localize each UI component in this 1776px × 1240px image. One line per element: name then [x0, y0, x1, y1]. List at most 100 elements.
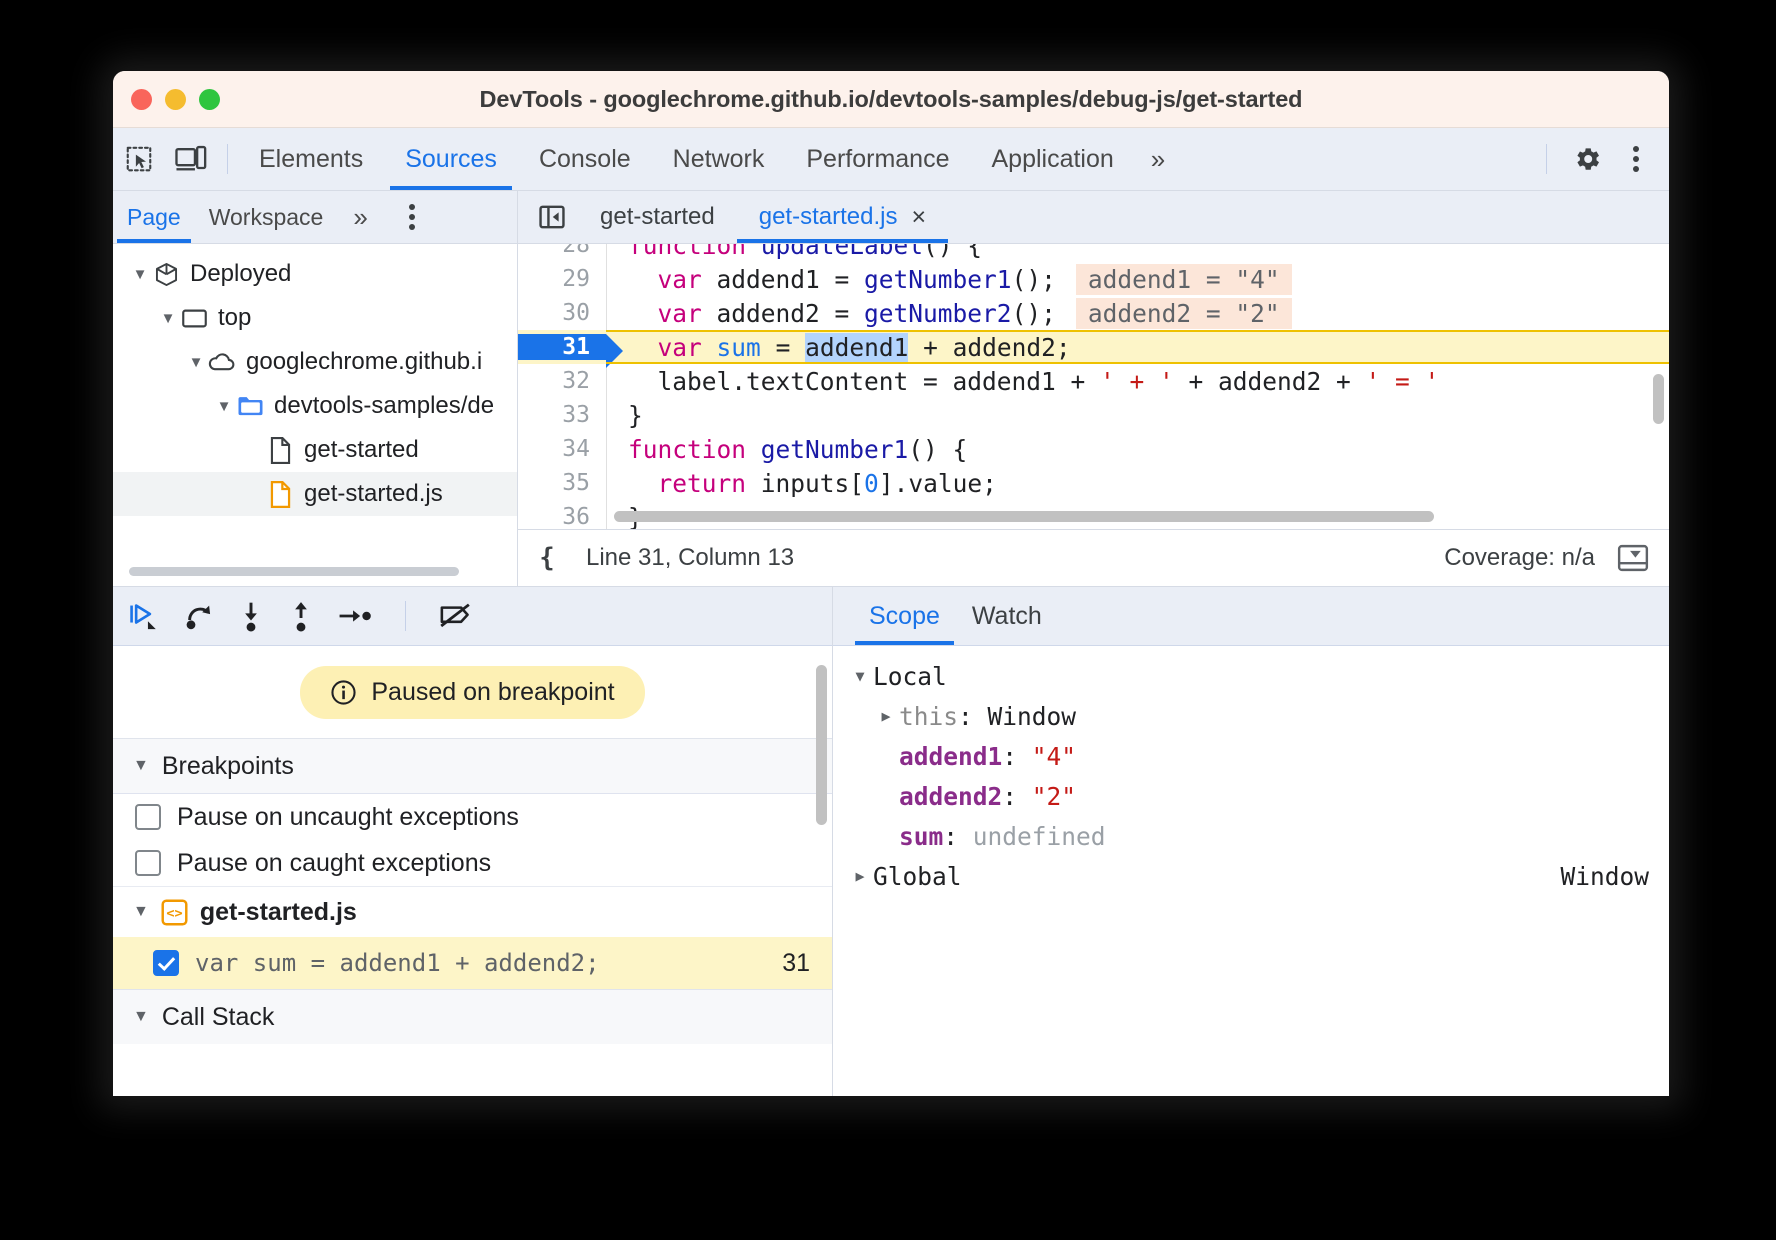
editor-tab-get-started[interactable]: get-started	[578, 191, 737, 243]
call-stack-section-header[interactable]: ▼ Call Stack	[113, 989, 832, 1044]
line-number[interactable]: 32	[518, 368, 606, 394]
pretty-print-icon[interactable]: { }	[538, 543, 570, 573]
tab-network[interactable]: Network	[652, 128, 786, 190]
show-drawer-icon[interactable]	[1617, 544, 1649, 572]
chevron-down-icon[interactable]: ▼	[847, 667, 873, 685]
scope-row-addend1[interactable]: addend1 : "4"	[833, 736, 1669, 776]
scope-row-sum[interactable]: sum : undefined	[833, 816, 1669, 856]
breakpoints-section-header[interactable]: ▼ Breakpoints	[113, 738, 832, 794]
selected-token: addend1	[805, 333, 908, 362]
line-number[interactable]: 29	[518, 266, 606, 292]
minimize-window-button[interactable]	[165, 89, 186, 110]
debugger-toolbar-divider	[405, 601, 406, 631]
scope-tree: ▼ Local ▶ this : Window addend1 : "4"	[833, 646, 1669, 1096]
breakpoints-section-title: Breakpoints	[162, 752, 294, 781]
navigator-tab-page[interactable]: Page	[113, 191, 195, 243]
chevron-right-icon[interactable]: ▶	[873, 707, 899, 725]
chevron-down-icon[interactable]: ▼	[213, 398, 235, 415]
tab-scope[interactable]: Scope	[853, 587, 956, 645]
chevron-down-icon[interactable]: ▼	[157, 310, 179, 327]
gear-icon[interactable]	[1561, 136, 1613, 182]
line-number[interactable]: 36	[518, 504, 606, 529]
line-number[interactable]: 28	[518, 244, 606, 258]
tree-item-origin[interactable]: ▼ googlechrome.github.i	[113, 340, 517, 384]
code-line: 28 function updateLabel() {	[518, 244, 1669, 262]
step-into-next-function-call-icon[interactable]	[237, 600, 265, 632]
navigator-horizontal-scrollbar[interactable]	[129, 567, 459, 576]
tab-application[interactable]: Application	[970, 128, 1134, 190]
traffic-light-buttons[interactable]	[131, 89, 220, 110]
navigator-more-chevron-icon[interactable]: »	[337, 202, 378, 233]
chevron-down-icon[interactable]: ▼	[185, 354, 207, 371]
breakpoint-file-row[interactable]: ▼ <> get-started.js	[113, 886, 832, 937]
window-title: DevTools - googlechrome.github.io/devtoo…	[113, 86, 1669, 113]
chevron-down-icon[interactable]: ▼	[129, 266, 151, 283]
step-out-of-current-function-icon[interactable]	[287, 600, 315, 632]
editor-horizontal-scrollbar[interactable]	[614, 511, 1434, 522]
code-line: 29 var addend1 = getNumber1();addend1 = …	[518, 262, 1669, 296]
inspect-element-icon[interactable]	[113, 136, 165, 182]
scope-row-local[interactable]: ▼ Local	[833, 656, 1669, 696]
tree-item-label: get-started	[304, 436, 419, 464]
scope-row-addend2[interactable]: addend2 : "2"	[833, 776, 1669, 816]
pause-on-uncaught-exceptions-checkbox[interactable]	[135, 804, 161, 830]
js-document-icon	[265, 480, 295, 509]
line-number[interactable]: 30	[518, 300, 606, 326]
chevron-down-icon[interactable]: ▼	[133, 757, 149, 775]
chevron-down-icon[interactable]: ▼	[133, 1008, 149, 1026]
editor-tab-get-started-js[interactable]: get-started.js ×	[737, 191, 948, 243]
deactivate-breakpoints-icon[interactable]	[438, 601, 474, 631]
scope-panel: Scope Watch ▼ Local ▶ this : Window	[833, 587, 1669, 1096]
code-line: 30 var addend2 = getNumber2();addend2 = …	[518, 296, 1669, 330]
kebab-menu-icon[interactable]	[1617, 136, 1655, 182]
tree-item-get-started[interactable]: get-started	[113, 428, 517, 472]
tab-watch[interactable]: Watch	[956, 587, 1058, 645]
navigator-tab-workspace[interactable]: Workspace	[195, 191, 338, 243]
collapse-sidebar-icon[interactable]	[526, 194, 578, 240]
tab-elements[interactable]: Elements	[238, 128, 384, 190]
step-icon[interactable]	[337, 603, 373, 629]
breakpoint-row[interactable]: var sum = addend1 + addend2; 31	[113, 937, 832, 989]
pause-on-caught-exceptions-row[interactable]: Pause on caught exceptions	[113, 840, 832, 886]
tree-item-get-started-js[interactable]: get-started.js	[113, 472, 517, 516]
debugger-vertical-scrollbar[interactable]	[816, 665, 827, 825]
line-number[interactable]: 34	[518, 436, 606, 462]
editor-tab-label: get-started	[600, 191, 715, 243]
tree-item-deployed[interactable]: ▼ Deployed	[113, 252, 517, 296]
tab-console[interactable]: Console	[518, 128, 652, 190]
step-over-next-function-call-icon[interactable]	[183, 600, 215, 632]
scope-value: "4"	[1032, 742, 1076, 771]
line-content: var sum = addend1 + addend2;	[606, 330, 1669, 364]
more-tabs-chevron-icon[interactable]: »	[1135, 144, 1176, 175]
scope-name: Global	[873, 862, 962, 891]
navigator-kebab-menu-icon[interactable]	[393, 194, 431, 240]
scope-row-global[interactable]: ▶ Global Window	[833, 856, 1669, 896]
tree-item-folder[interactable]: ▼ devtools-samples/de	[113, 384, 517, 428]
breakpoint-file-name: get-started.js	[200, 898, 357, 927]
paused-banner-text: Paused on breakpoint	[371, 678, 614, 707]
tab-sources[interactable]: Sources	[384, 128, 518, 190]
editor-vertical-scrollbar[interactable]	[1653, 374, 1664, 424]
device-toolbar-icon[interactable]	[165, 136, 217, 182]
chevron-right-icon[interactable]: ▶	[847, 867, 873, 885]
tab-performance[interactable]: Performance	[785, 128, 970, 190]
line-number-active[interactable]: 31	[518, 334, 606, 360]
editor-tabstrip: get-started get-started.js ×	[518, 191, 1669, 244]
resume-script-execution-icon[interactable]	[127, 600, 161, 632]
frame-icon	[179, 307, 209, 330]
line-number[interactable]: 35	[518, 470, 606, 496]
code-viewer[interactable]: 28 function updateLabel() { 29 var adden…	[518, 244, 1669, 529]
line-number[interactable]: 33	[518, 402, 606, 428]
scope-row-this[interactable]: ▶ this : Window	[833, 696, 1669, 736]
chevron-down-icon[interactable]: ▼	[133, 903, 149, 921]
maximize-window-button[interactable]	[199, 89, 220, 110]
pause-on-uncaught-exceptions-row[interactable]: Pause on uncaught exceptions	[113, 794, 832, 840]
tree-item-label: devtools-samples/de	[274, 392, 494, 420]
debugger-toolbar	[113, 587, 832, 646]
scope-name: sum	[899, 822, 943, 851]
close-window-button[interactable]	[131, 89, 152, 110]
breakpoint-enabled-checkbox[interactable]	[153, 950, 179, 976]
tree-item-top[interactable]: ▼ top	[113, 296, 517, 340]
pause-on-caught-exceptions-checkbox[interactable]	[135, 850, 161, 876]
close-icon[interactable]: ×	[911, 191, 926, 243]
